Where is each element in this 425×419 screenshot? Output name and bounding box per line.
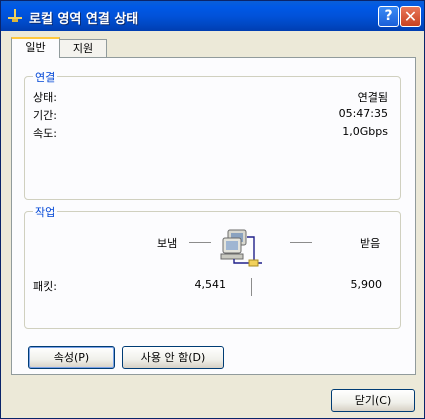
sent-divider: [189, 242, 211, 243]
packets-sent-value: 4,541: [194, 278, 227, 291]
properties-button-label: 속성(P): [53, 351, 90, 364]
tab-general[interactable]: 일반: [11, 37, 60, 58]
activity-group-label: 작업: [33, 204, 58, 220]
close-button-label: 닫기(C): [354, 394, 392, 407]
duration-value: 05:47:35: [338, 107, 388, 120]
close-button[interactable]: 닫기(C): [331, 389, 415, 412]
speed-label: 속도:: [33, 127, 57, 140]
tab-general-label: 일반: [25, 41, 46, 54]
network-computers-icon: [220, 229, 262, 267]
tab-support[interactable]: 지원: [59, 39, 107, 58]
status-value: 연결됨: [357, 91, 388, 104]
close-window-button[interactable]: ✕: [400, 6, 421, 27]
dialog-window: 로컬 영역 연결 상태 ? ✕ 일반 지원 연결 상태: 연결됨 기간: 05:…: [0, 0, 425, 419]
window-title: 로컬 영역 연결 상태: [29, 12, 139, 27]
sent-label: 보냄: [157, 237, 178, 250]
tab-support-label: 지원: [72, 42, 94, 55]
received-divider: [290, 242, 312, 243]
properties-button[interactable]: 속성(P): [28, 346, 115, 369]
packets-divider: [251, 278, 252, 296]
received-label: 받음: [360, 237, 381, 250]
title-bar[interactable]: 로컬 영역 연결 상태 ? ✕: [1, 1, 424, 31]
packets-received-value: 5,900: [350, 278, 383, 291]
duration-label: 기간:: [33, 109, 57, 122]
status-label: 상태:: [33, 91, 57, 104]
disable-button[interactable]: 사용 안 함(D): [122, 346, 224, 369]
connection-group: 연결 상태: 연결됨 기간: 05:47:35 속도: 1,0Gbps: [24, 69, 401, 200]
disable-button-label: 사용 안 함(D): [140, 351, 206, 364]
speed-value: 1,0Gbps: [342, 125, 388, 138]
network-connection-icon: [8, 9, 22, 22]
help-button[interactable]: ?: [378, 6, 399, 27]
connection-group-label: 연결: [33, 69, 58, 85]
general-panel: 연결 상태: 연결됨 기간: 05:47:35 속도: 1,0Gbps 작업 보…: [11, 57, 416, 375]
activity-group: 작업 보냄 받음 패킷: 4,541 5,900: [24, 204, 401, 329]
packets-label: 패킷:: [33, 280, 57, 293]
